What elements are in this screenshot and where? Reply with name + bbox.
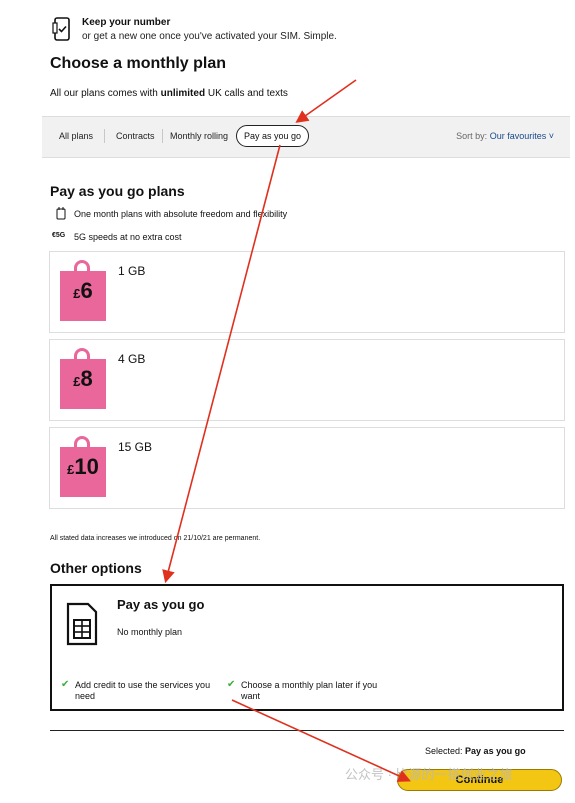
chevron-down-icon: ˅	[546, 131, 554, 141]
payg-option-card[interactable]: Pay as you go No monthly plan ✔ Add cred…	[50, 584, 564, 711]
plan-price: 6	[80, 278, 93, 303]
calendar-icon	[56, 207, 66, 220]
other-options-heading: Other options	[50, 560, 142, 576]
tab-monthly-rolling[interactable]: Monthly rolling	[170, 131, 228, 141]
tab-all-plans[interactable]: All plans	[59, 131, 93, 141]
plan-data-allowance: 4 GB	[118, 352, 146, 366]
sort-by-dropdown[interactable]: Sort by: Our favourites ˅	[456, 131, 554, 141]
keep-number-subtitle: or get a new one once you've activated y…	[82, 31, 337, 42]
payg-heading: Pay as you go plans	[50, 183, 185, 199]
feature-flexibility: One month plans with absolute freedom an…	[74, 209, 288, 219]
option-subtitle: No monthly plan	[117, 627, 183, 637]
plan-filter-bar: All plans Contracts Monthly rolling Pay …	[42, 116, 570, 158]
shopping-bag-icon: £8	[60, 348, 106, 412]
sim-card-icon	[66, 602, 98, 646]
plan-data-allowance: 15 GB	[118, 440, 153, 454]
shopping-bag-icon: £10	[60, 436, 106, 500]
watermark: 公众号 · 比源的一搭创业之旅	[345, 767, 513, 782]
option-benefit-later: Choose a monthly plan later if you want	[241, 680, 378, 701]
phone-check-icon	[52, 17, 70, 41]
plans-note: All our plans comes with unlimited UK ca…	[50, 88, 288, 99]
plan-price: 8	[80, 366, 93, 391]
keep-number-title: Keep your number	[82, 17, 171, 28]
plan-data-allowance: 1 GB	[118, 264, 146, 278]
plan-price: 10	[74, 454, 99, 479]
feature-5g: 5G speeds at no extra cost	[74, 232, 182, 242]
tab-contracts[interactable]: Contracts	[116, 131, 155, 141]
option-title: Pay as you go	[117, 597, 205, 612]
divider	[50, 730, 564, 731]
data-increase-note: All stated data increases we introduced …	[50, 535, 261, 542]
tab-pay-as-you-go[interactable]: Pay as you go	[236, 125, 310, 147]
plan-card-4gb[interactable]: £8 4 GB	[49, 339, 565, 421]
option-benefit-credit: Add credit to use the services you need	[75, 680, 211, 701]
selected-summary: Selected: Pay as you go	[425, 746, 526, 756]
check-icon: ✔	[61, 679, 70, 690]
plan-card-15gb[interactable]: £10 15 GB	[49, 427, 565, 509]
plan-card-1gb[interactable]: £6 1 GB	[49, 251, 565, 333]
check-icon: ✔	[227, 679, 236, 690]
arrow-to-payg-tab	[295, 79, 357, 123]
shopping-bag-icon: £6	[60, 260, 106, 324]
choose-plan-heading: Choose a monthly plan	[50, 55, 227, 72]
5g-icon: €5G	[52, 232, 66, 239]
